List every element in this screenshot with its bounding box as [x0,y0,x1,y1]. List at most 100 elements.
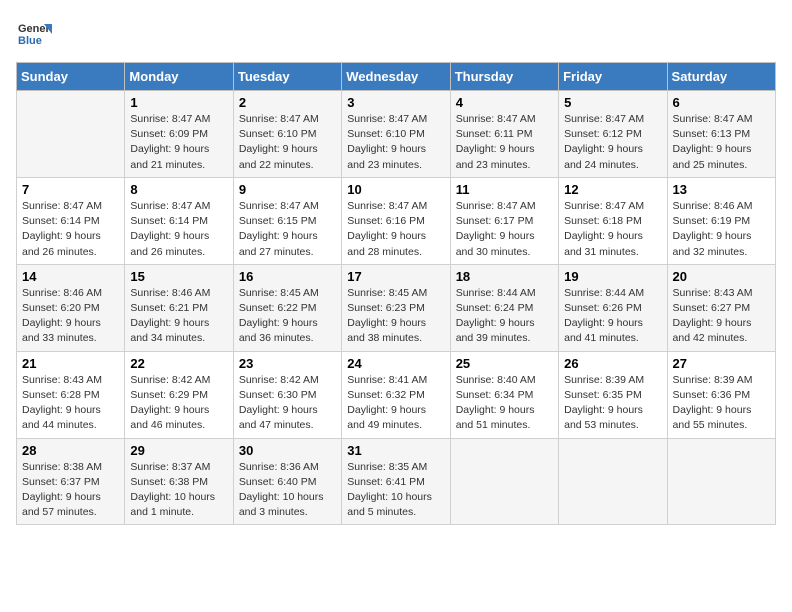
calendar-cell: 10 Sunrise: 8:47 AM Sunset: 6:16 PM Dayli… [342,177,450,264]
day-number: 25 [456,356,553,371]
day-info: Sunrise: 8:46 AM Sunset: 6:19 PM Dayligh… [673,199,770,260]
day-info: Sunrise: 8:42 AM Sunset: 6:29 PM Dayligh… [130,373,227,434]
day-info: Sunrise: 8:42 AM Sunset: 6:30 PM Dayligh… [239,373,336,434]
calendar-cell: 2 Sunrise: 8:47 AM Sunset: 6:10 PM Daylig… [233,91,341,178]
calendar-cell: 17 Sunrise: 8:45 AM Sunset: 6:23 PM Dayli… [342,264,450,351]
day-number: 20 [673,269,770,284]
day-number: 8 [130,182,227,197]
day-info: Sunrise: 8:43 AM Sunset: 6:27 PM Dayligh… [673,286,770,347]
calendar-cell: 15 Sunrise: 8:46 AM Sunset: 6:21 PM Dayli… [125,264,233,351]
day-number: 4 [456,95,553,110]
day-number: 3 [347,95,444,110]
day-info: Sunrise: 8:47 AM Sunset: 6:10 PM Dayligh… [347,112,444,173]
day-number: 7 [22,182,119,197]
calendar-cell: 29Sunrise: 8:37 AM Sunset: 6:38 PM Dayli… [125,438,233,525]
col-header-friday: Friday [559,63,667,91]
calendar-cell: 12Sunrise: 8:47 AM Sunset: 6:18 PM Dayli… [559,177,667,264]
day-number: 28 [22,443,119,458]
week-row-5: 28 Sunrise: 8:38 AM Sunset: 6:37 PM Dayli… [17,438,776,525]
calendar-cell: 6 Sunrise: 8:47 AM Sunset: 6:13 PM Daylig… [667,91,775,178]
day-number: 22 [130,356,227,371]
day-number: 13 [673,182,770,197]
day-number: 14 [22,269,119,284]
svg-text:Blue: Blue [18,35,42,47]
day-info: Sunrise: 8:47 AM Sunset: 6:16 PM Dayligh… [347,199,444,260]
calendar-cell: 3 Sunrise: 8:47 AM Sunset: 6:10 PM Daylig… [342,91,450,178]
calendar-cell: 27 Sunrise: 8:39 AM Sunset: 6:36 PM Dayli… [667,351,775,438]
day-info: Sunrise: 8:44 AM Sunset: 6:24 PM Dayligh… [456,286,553,347]
calendar-cell [450,438,558,525]
day-info: Sunrise: 8:47 AM Sunset: 6:10 PM Dayligh… [239,112,336,173]
calendar-cell: 8 Sunrise: 8:47 AM Sunset: 6:14 PM Daylig… [125,177,233,264]
day-number: 17 [347,269,444,284]
header-row: SundayMondayTuesdayWednesdayThursdayFrid… [17,63,776,91]
day-number: 15 [130,269,227,284]
calendar-cell: 23 Sunrise: 8:42 AM Sunset: 6:30 PM Dayli… [233,351,341,438]
calendar-cell [17,91,125,178]
col-header-sunday: Sunday [17,63,125,91]
calendar-cell: 13 Sunrise: 8:46 AM Sunset: 6:19 PM Dayli… [667,177,775,264]
week-row-2: 7 Sunrise: 8:47 AM Sunset: 6:14 PM Daylig… [17,177,776,264]
day-number: 24 [347,356,444,371]
calendar-table: SundayMondayTuesdayWednesdayThursdayFrid… [16,62,776,525]
calendar-cell: 31 Sunrise: 8:35 AM Sunset: 6:41 PM Dayli… [342,438,450,525]
day-info: Sunrise: 8:41 AM Sunset: 6:32 PM Dayligh… [347,373,444,434]
day-number: 21 [22,356,119,371]
calendar-cell: 24 Sunrise: 8:41 AM Sunset: 6:32 PM Dayli… [342,351,450,438]
day-info: Sunrise: 8:46 AM Sunset: 6:20 PM Dayligh… [22,286,119,347]
day-info: Sunrise: 8:47 AM Sunset: 6:11 PM Dayligh… [456,112,553,173]
day-info: Sunrise: 8:45 AM Sunset: 6:23 PM Dayligh… [347,286,444,347]
day-number: 31 [347,443,444,458]
day-info: Sunrise: 8:38 AM Sunset: 6:37 PM Dayligh… [22,460,119,521]
calendar-cell: 26Sunrise: 8:39 AM Sunset: 6:35 PM Dayli… [559,351,667,438]
calendar-cell: 25 Sunrise: 8:40 AM Sunset: 6:34 PM Dayli… [450,351,558,438]
day-info: Sunrise: 8:47 AM Sunset: 6:12 PM Dayligh… [564,112,661,173]
col-header-saturday: Saturday [667,63,775,91]
day-number: 6 [673,95,770,110]
day-info: Sunrise: 8:35 AM Sunset: 6:41 PM Dayligh… [347,460,444,521]
calendar-cell [559,438,667,525]
day-info: Sunrise: 8:36 AM Sunset: 6:40 PM Dayligh… [239,460,336,521]
day-info: Sunrise: 8:45 AM Sunset: 6:22 PM Dayligh… [239,286,336,347]
day-number: 9 [239,182,336,197]
calendar-cell: 4 Sunrise: 8:47 AM Sunset: 6:11 PM Daylig… [450,91,558,178]
calendar-cell [667,438,775,525]
day-number: 23 [239,356,336,371]
calendar-cell: 21Sunrise: 8:43 AM Sunset: 6:28 PM Dayli… [17,351,125,438]
day-info: Sunrise: 8:44 AM Sunset: 6:26 PM Dayligh… [564,286,661,347]
logo: General Blue [16,16,52,52]
day-number: 5 [564,95,661,110]
calendar-cell: 5 Sunrise: 8:47 AM Sunset: 6:12 PM Daylig… [559,91,667,178]
day-number: 1 [130,95,227,110]
day-number: 27 [673,356,770,371]
day-number: 11 [456,182,553,197]
calendar-cell: 30Sunrise: 8:36 AM Sunset: 6:40 PM Dayli… [233,438,341,525]
day-number: 19 [564,269,661,284]
calendar-cell: 7Sunrise: 8:47 AM Sunset: 6:14 PM Daylig… [17,177,125,264]
day-number: 2 [239,95,336,110]
calendar-cell: 1 Sunrise: 8:47 AM Sunset: 6:09 PM Daylig… [125,91,233,178]
day-info: Sunrise: 8:39 AM Sunset: 6:36 PM Dayligh… [673,373,770,434]
calendar-cell: 16Sunrise: 8:45 AM Sunset: 6:22 PM Dayli… [233,264,341,351]
day-info: Sunrise: 8:47 AM Sunset: 6:09 PM Dayligh… [130,112,227,173]
day-info: Sunrise: 8:46 AM Sunset: 6:21 PM Dayligh… [130,286,227,347]
week-row-1: 1 Sunrise: 8:47 AM Sunset: 6:09 PM Daylig… [17,91,776,178]
day-info: Sunrise: 8:37 AM Sunset: 6:38 PM Dayligh… [130,460,227,521]
header: General Blue [16,16,776,52]
col-header-monday: Monday [125,63,233,91]
calendar-cell: 22 Sunrise: 8:42 AM Sunset: 6:29 PM Dayli… [125,351,233,438]
calendar-cell: 28 Sunrise: 8:38 AM Sunset: 6:37 PM Dayli… [17,438,125,525]
day-info: Sunrise: 8:47 AM Sunset: 6:18 PM Dayligh… [564,199,661,260]
day-info: Sunrise: 8:47 AM Sunset: 6:14 PM Dayligh… [130,199,227,260]
logo-icon: General Blue [16,16,52,52]
week-row-3: 14 Sunrise: 8:46 AM Sunset: 6:20 PM Dayli… [17,264,776,351]
day-info: Sunrise: 8:47 AM Sunset: 6:15 PM Dayligh… [239,199,336,260]
day-number: 18 [456,269,553,284]
col-header-wednesday: Wednesday [342,63,450,91]
calendar-cell: 9 Sunrise: 8:47 AM Sunset: 6:15 PM Daylig… [233,177,341,264]
calendar-cell: 14 Sunrise: 8:46 AM Sunset: 6:20 PM Dayli… [17,264,125,351]
calendar-cell: 19 Sunrise: 8:44 AM Sunset: 6:26 PM Dayli… [559,264,667,351]
day-number: 10 [347,182,444,197]
day-info: Sunrise: 8:47 AM Sunset: 6:13 PM Dayligh… [673,112,770,173]
day-info: Sunrise: 8:40 AM Sunset: 6:34 PM Dayligh… [456,373,553,434]
